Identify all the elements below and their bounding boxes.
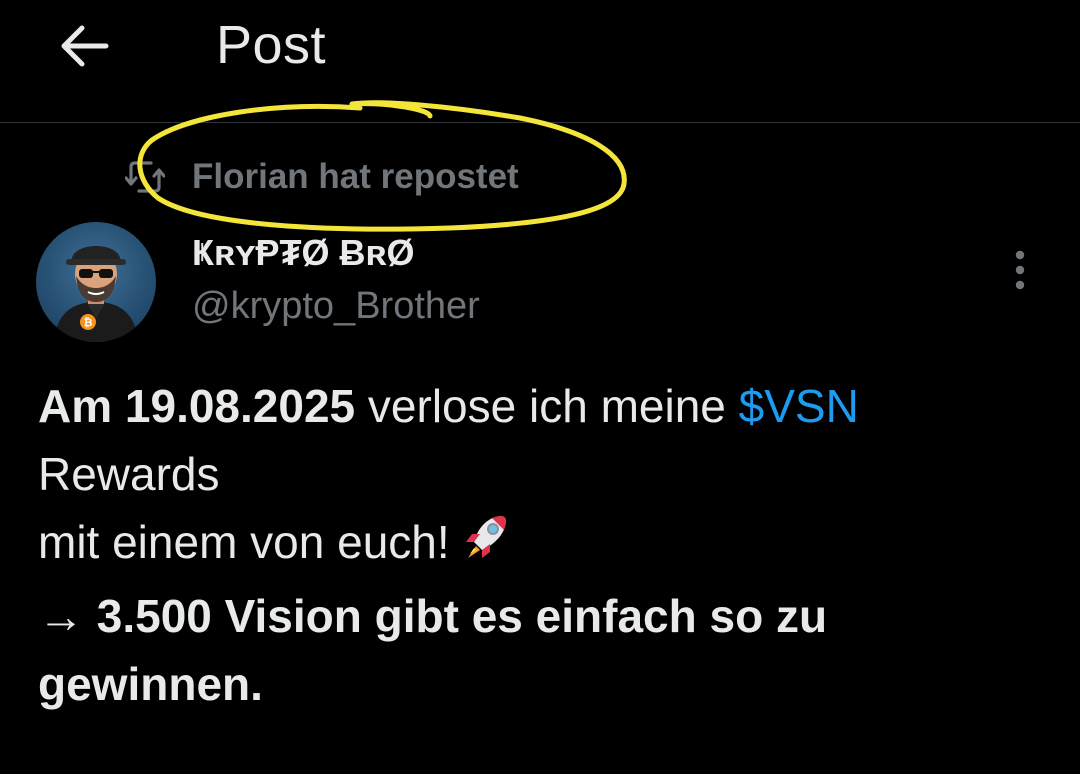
- post-text-segment: verlose ich meine: [355, 380, 739, 432]
- page-title: Post: [216, 15, 327, 75]
- back-button[interactable]: [52, 14, 116, 78]
- more-options-button[interactable]: [994, 242, 1046, 298]
- more-vertical-icon: [1015, 250, 1025, 290]
- author-handle[interactable]: @krypto_Brother: [192, 282, 480, 330]
- post-line-5: gewinnen.: [38, 658, 263, 710]
- repost-label[interactable]: Florian hat repostet: [192, 157, 519, 197]
- post-text: Am 19.08.2025 verlose ich meine $VSN Rew…: [38, 372, 1048, 718]
- post-text-segment: mit einem von euch!: [38, 516, 450, 568]
- post-line-1: Am 19.08.2025 verlose ich meine $VSN: [38, 372, 1048, 440]
- repost-context: Florian hat repostet: [122, 152, 519, 202]
- post-date: Am 19.08.2025: [38, 380, 356, 432]
- rocket-icon: [462, 512, 510, 582]
- repost-icon: [122, 157, 168, 197]
- avatar-bitcoin-guy: ₿: [36, 222, 156, 342]
- author-avatar[interactable]: ₿: [36, 222, 156, 342]
- svg-text:₿: ₿: [84, 316, 93, 329]
- arrow-left-icon: [61, 25, 109, 67]
- top-bar: Post: [0, 0, 1080, 123]
- cashtag-link[interactable]: $VSN: [739, 380, 859, 432]
- post-line-3: mit einem von euch!: [38, 508, 1048, 582]
- post-line-4: → 3.500 Vision gibt es einfach so zu: [38, 590, 828, 642]
- post-line-2: Rewards: [38, 448, 220, 500]
- author-name[interactable]: ҜʀʏⱣ₮Ø ɃʀØ: [192, 230, 415, 276]
